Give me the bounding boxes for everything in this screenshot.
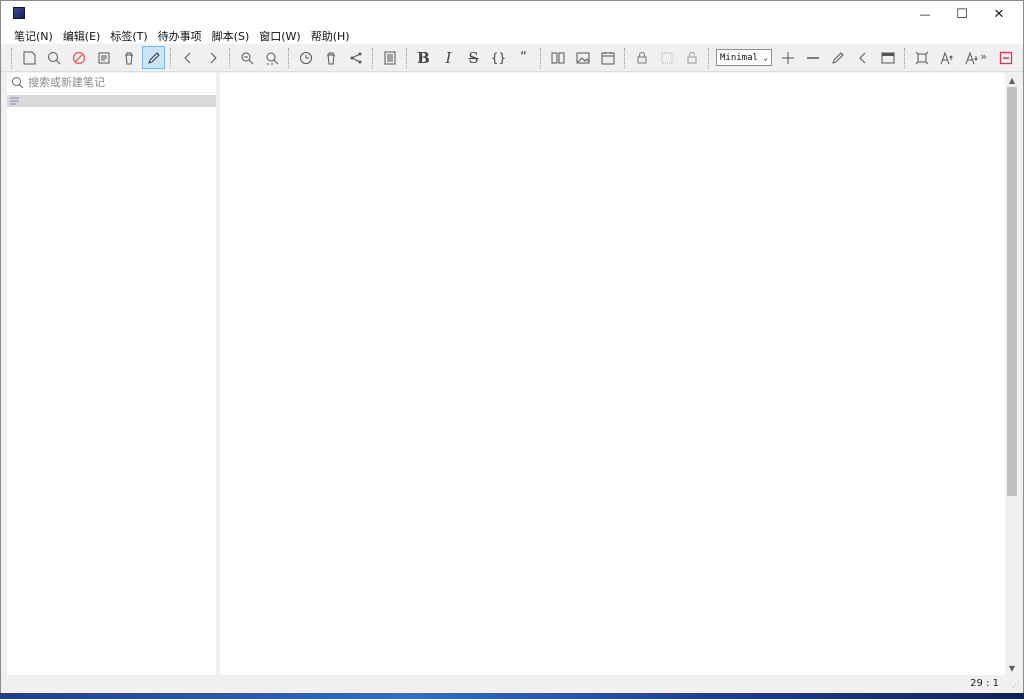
search-icon[interactable] bbox=[42, 46, 65, 69]
trash-icon[interactable] bbox=[117, 46, 140, 69]
menu-help[interactable]: 帮助(H) bbox=[306, 28, 355, 44]
distraction-free-icon[interactable] bbox=[995, 47, 1017, 69]
app-window: — ☐ ✕ 笔记(N) 编辑(E) 标签(T) 待办事项 脚本(S) 窗口(W)… bbox=[0, 0, 1024, 693]
insert-link-icon[interactable] bbox=[546, 46, 569, 69]
back-icon[interactable] bbox=[176, 46, 199, 69]
table-of-contents-icon[interactable] bbox=[378, 46, 401, 69]
app-icon bbox=[13, 7, 25, 19]
remove-icon[interactable] bbox=[67, 46, 90, 69]
share-icon[interactable] bbox=[344, 46, 367, 69]
title-bar: — ☐ ✕ bbox=[1, 1, 1023, 27]
scroll-down-icon[interactable]: ▼ bbox=[1005, 661, 1019, 675]
scroll-up-icon[interactable]: ▲ bbox=[1005, 73, 1019, 87]
panel-icon[interactable] bbox=[876, 46, 899, 69]
minimize-button[interactable]: — bbox=[905, 1, 945, 27]
menu-note[interactable]: 笔记(N) bbox=[9, 28, 58, 44]
bold-icon[interactable]: B bbox=[412, 46, 435, 69]
insert-image-icon[interactable] bbox=[571, 46, 594, 69]
find-in-note-icon[interactable] bbox=[235, 46, 258, 69]
menu-scripts[interactable]: 脚本(S) bbox=[207, 28, 255, 44]
close-button[interactable]: ✕ bbox=[979, 1, 1019, 27]
pencil-icon[interactable] bbox=[826, 46, 849, 69]
collapse-icon[interactable] bbox=[851, 46, 874, 69]
status-bar: 29 : 1 ⋰ bbox=[1, 676, 1023, 693]
edit-pencil-icon[interactable] bbox=[142, 46, 165, 69]
new-note-icon[interactable] bbox=[17, 46, 40, 69]
list-item[interactable] bbox=[7, 95, 216, 107]
search-field-icon bbox=[12, 77, 24, 89]
lock-icon[interactable] bbox=[630, 46, 653, 69]
main-toolbar: B I S {} “ Minimal ⌄ » bbox=[1, 44, 1023, 72]
note-icon bbox=[10, 97, 19, 105]
find-replace-icon[interactable] bbox=[260, 46, 283, 69]
resize-grip-icon[interactable]: ⋰ bbox=[1012, 680, 1020, 689]
encrypt-icon[interactable] bbox=[655, 46, 678, 69]
menu-edit[interactable]: 编辑(E) bbox=[58, 28, 106, 44]
menu-bar: 笔记(N) 编辑(E) 标签(T) 待办事项 脚本(S) 窗口(W) 帮助(H) bbox=[1, 27, 1023, 44]
cursor-position: 29 : 1 bbox=[970, 678, 999, 689]
style-select[interactable]: Minimal ⌄ bbox=[716, 49, 772, 66]
search-note-input[interactable] bbox=[28, 76, 208, 89]
maximize-button[interactable]: ☐ bbox=[942, 1, 982, 27]
strikethrough-icon[interactable]: S bbox=[462, 46, 485, 69]
forward-icon[interactable] bbox=[201, 46, 224, 69]
search-row bbox=[7, 73, 216, 93]
toolbar-overflow-icon[interactable]: » bbox=[980, 50, 987, 63]
unlock-icon[interactable] bbox=[680, 46, 703, 69]
italic-icon[interactable]: I bbox=[437, 46, 460, 69]
delete-icon[interactable] bbox=[319, 46, 342, 69]
menu-window[interactable]: 窗口(W) bbox=[254, 28, 305, 44]
increase-font-icon[interactable] bbox=[935, 46, 958, 69]
note-list-pane bbox=[7, 73, 216, 675]
note-editor[interactable] bbox=[220, 73, 1005, 675]
note-list-icon[interactable] bbox=[92, 46, 115, 69]
code-icon[interactable]: {} bbox=[487, 46, 510, 69]
quote-icon[interactable]: “ bbox=[512, 46, 535, 69]
fullscreen-icon[interactable] bbox=[910, 46, 933, 69]
zoom-out-icon[interactable] bbox=[801, 46, 824, 69]
menu-tags[interactable]: 标签(T) bbox=[105, 28, 152, 44]
history-icon[interactable] bbox=[294, 46, 317, 69]
menu-todo[interactable]: 待办事项 bbox=[153, 28, 207, 44]
scrollbar-thumb[interactable] bbox=[1007, 87, 1017, 496]
editor-scrollbar[interactable]: ▲ ▼ bbox=[1005, 73, 1019, 675]
toolbar-separator bbox=[11, 47, 12, 68]
insert-date-icon[interactable] bbox=[596, 46, 619, 69]
zoom-in-icon[interactable] bbox=[776, 46, 799, 69]
